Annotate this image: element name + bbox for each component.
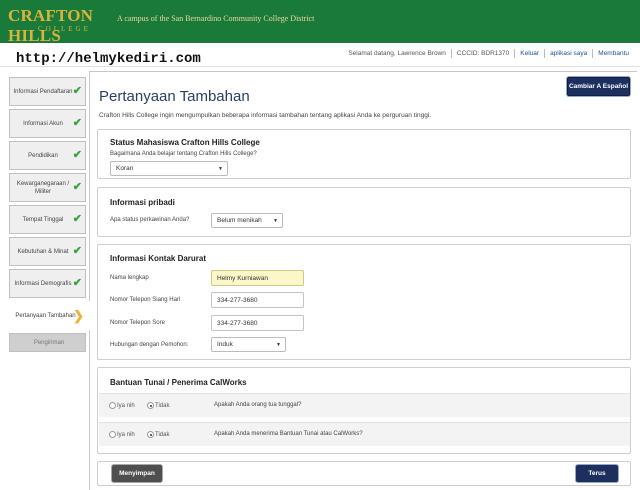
field-label: Hubungan dengan Pemohon: <box>110 342 189 348</box>
field-label: Nama lengkap <box>110 275 149 281</box>
field-label: Nomor Telepon Sore <box>110 320 165 326</box>
continue-button[interactable]: Terus <box>576 465 618 482</box>
single-parent-row: Iya nih Tidak Apakah Anda orang tua tung… <box>99 393 630 417</box>
page-title: Pertanyaan Tambahan <box>99 88 250 105</box>
section-heading: Status Mahasiswa Crafton Hills College <box>110 138 260 147</box>
sidebar-item-education[interactable]: Pendidikan ✔ <box>9 141 86 170</box>
sidebar-item-label: Kebutuhan & Minat <box>17 248 69 255</box>
section-heading: Bantuan Tunai / Penerima CalWorks <box>110 378 247 387</box>
radio-dot <box>109 402 116 409</box>
cccid-text: CCCID: BDR1370 <box>452 49 516 58</box>
personal-section: Informasi pribadi Apa status perkawinan … <box>97 187 631 237</box>
field-label: Bagaimana Anda belajar tentang Crafton H… <box>110 151 257 157</box>
radio-dot <box>147 402 154 409</box>
sidebar-item-label: Informasi Akun <box>23 120 63 127</box>
caret-down-icon: ▼ <box>276 342 281 348</box>
radio-dot <box>109 431 116 438</box>
sidebar-item-additional-questions[interactable]: Pertanyaan Tambahan ❯ <box>9 301 91 330</box>
radio-label: Tidak <box>155 402 170 409</box>
field-label: Nomor Telepon Siang Hari <box>110 297 181 303</box>
main-content: Cambiar A Español Pertanyaan Tambahan Cr… <box>89 71 637 490</box>
check-icon: ✔ <box>72 85 82 97</box>
college-logo[interactable]: CRAFTON HILLS COLLEGE <box>8 6 108 45</box>
check-icon: ✔ <box>72 245 82 257</box>
chevron-right-icon: ❯ <box>73 308 84 323</box>
calworks-yes-radio[interactable]: Iya nih <box>109 431 135 438</box>
caret-down-icon: ▼ <box>218 166 223 172</box>
check-icon: ✔ <box>72 181 82 193</box>
referral-source-select[interactable]: Koran ▼ <box>110 161 228 176</box>
sidebar-item-needs[interactable]: Kebutuhan & Minat ✔ <box>9 237 86 266</box>
check-icon: ✔ <box>72 213 82 225</box>
sidebar-item-submission: Pengiriman <box>9 333 86 352</box>
calworks-section: Bantuan Tunai / Penerima CalWorks Iya ni… <box>97 367 631 454</box>
calworks-recipient-row: Iya nih Tidak Apakah Anda menerima Bantu… <box>99 422 630 446</box>
logout-link[interactable]: Keluar <box>515 49 546 58</box>
sidebar-item-label: Informasi Pendaftaran <box>13 88 73 95</box>
calworks-no-radio[interactable]: Tidak <box>147 431 169 438</box>
sidebar-item-citizenship[interactable]: Kewarganegaraan / Militer ✔ <box>9 173 86 202</box>
section-heading: Informasi pribadi <box>110 198 175 207</box>
check-icon: ✔ <box>72 277 82 289</box>
help-link[interactable]: Membantu <box>593 49 634 58</box>
calworks-question: Apakah Anda menerima Bantuan Tunai atau … <box>214 431 363 437</box>
spanish-language-button[interactable]: Cambiar A Español <box>567 77 630 96</box>
logo-subtext: COLLEGE <box>38 25 91 33</box>
check-icon: ✔ <box>72 149 82 161</box>
sidebar-item-account[interactable]: Informasi Akun ✔ <box>9 109 86 138</box>
emergency-contact-section: Informasi Kontak Darurat Nama lengkap No… <box>97 244 631 360</box>
header-divider <box>0 66 640 67</box>
form-footer: Menyimpan Terus <box>97 461 631 486</box>
marital-status-select[interactable]: Belum menikah ▼ <box>211 213 283 228</box>
my-apps-link[interactable]: aplikasi saya <box>545 49 594 58</box>
header-bar: CRAFTON HILLS COLLEGE A campus of the Sa… <box>0 0 640 45</box>
select-value: Belum menikah <box>217 217 262 224</box>
sidebar-item-label: Pendidikan <box>28 152 58 159</box>
single-parent-yes-radio[interactable]: Iya nih <box>109 402 135 409</box>
sidebar-item-demographics[interactable]: Informasi Demografis ✔ <box>9 269 86 298</box>
sidebar-item-label: Kewarganegaraan / Militer <box>16 180 70 195</box>
save-button[interactable]: Menyimpan <box>112 465 162 482</box>
section-heading: Informasi Kontak Darurat <box>110 254 207 263</box>
header-tagline: A campus of the San Bernardino Community… <box>117 14 315 23</box>
day-phone-input[interactable] <box>211 292 304 308</box>
radio-label: Iya nih <box>117 431 135 438</box>
sidebar-item-label: Pengiriman <box>33 339 65 346</box>
relationship-select[interactable]: Induk ▼ <box>211 337 286 352</box>
sidebar-item-registration[interactable]: Informasi Pendaftaran ✔ <box>9 77 86 106</box>
select-value: Induk <box>217 341 233 348</box>
full-name-input[interactable] <box>211 270 304 286</box>
user-nav: Selamat datang, Lawrence Brown CCCID: BD… <box>343 49 634 58</box>
field-label: Apa status perkawinan Anda? <box>110 217 190 223</box>
single-parent-no-radio[interactable]: Tidak <box>147 402 169 409</box>
radio-label: Iya nih <box>117 402 135 409</box>
check-icon: ✔ <box>72 117 82 129</box>
caret-down-icon: ▼ <box>273 218 278 224</box>
watermark-url: http://helmykediri.com <box>16 51 201 67</box>
single-parent-question: Apakah Anda orang tua tunggal? <box>214 402 302 408</box>
sidebar-item-residence[interactable]: Tempat Tinggal ✔ <box>9 205 86 234</box>
select-value: Koran <box>116 165 134 172</box>
evening-phone-input[interactable] <box>211 315 304 331</box>
sidebar-item-label: Tempat Tinggal <box>22 216 64 223</box>
progress-sidebar: Informasi Pendaftaran ✔ Informasi Akun ✔… <box>9 77 91 355</box>
welcome-text: Selamat datang, Lawrence Brown <box>343 49 452 58</box>
radio-dot <box>147 431 154 438</box>
sidebar-item-label: Informasi Demografis <box>14 280 72 287</box>
sidebar-item-label: Pertanyaan Tambahan <box>15 312 76 319</box>
page-intro: Crafton Hills College ingin mengumpulkan… <box>99 112 432 119</box>
radio-label: Tidak <box>155 431 170 438</box>
status-section: Status Mahasiswa Crafton Hills College B… <box>97 129 631 179</box>
